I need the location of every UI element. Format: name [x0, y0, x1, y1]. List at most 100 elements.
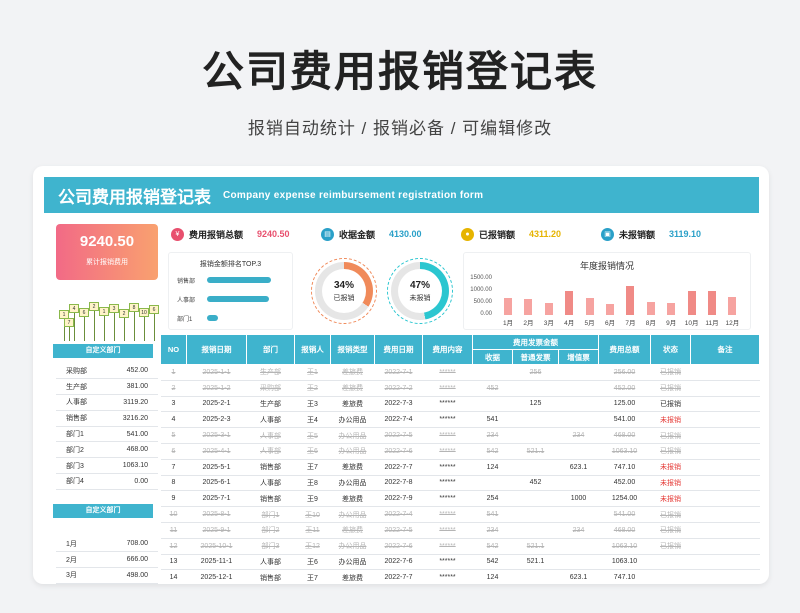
table-cell: 521.1 [512, 538, 559, 555]
table-cell: 2025-11-1 [186, 554, 247, 571]
bar-11月 [708, 290, 716, 315]
table-cell: 人事部 [246, 443, 295, 460]
table-cell [650, 569, 691, 584]
table-cell: 差旅费 [330, 396, 375, 413]
table-cell: 747.10 [598, 459, 651, 476]
dept-value: 452.00 [104, 363, 158, 380]
col-header: 状态 [650, 334, 692, 365]
table-cell [690, 443, 760, 460]
table-cell: 未报销 [650, 475, 691, 492]
table-cell: 王6 [294, 554, 331, 571]
col-subheader: 普通发票 [512, 349, 559, 365]
table-cell: 2022-7-9 [374, 490, 423, 508]
table-cell: 1 [160, 364, 187, 381]
x-tick-label: 2月 [523, 320, 534, 327]
table-cell: 人事部 [246, 427, 295, 444]
table-cell: ****** [422, 396, 473, 413]
table-row[interactable]: 1 2025-1-1 生产部 王1 差旅费 2022-7-1 ****** 256 256.00… [160, 364, 760, 381]
table-cell [512, 506, 559, 523]
table-cell: 2025-3-1 [186, 427, 247, 444]
col-header: 费用总额 [598, 334, 652, 365]
bar-2月 [524, 299, 533, 315]
table-cell: 办公用品 [330, 538, 375, 555]
table-cell: 3 [160, 396, 187, 413]
month-value: 498.00 [98, 567, 158, 584]
table-row[interactable]: 5 2025-3-1 人事部 王5 办公用品 2022-7-5 ****** 234 234 46… [160, 427, 760, 444]
kpi-3: ● 已报销额 4311.20 [461, 224, 561, 244]
sign-stick [84, 317, 85, 341]
top3-label: 部门1 [177, 317, 193, 323]
table-row[interactable]: 12 2025-10-1 部门3 王12 办公用品 2022-7-6 ****** 542 52… [160, 538, 760, 555]
table-cell: 124 [472, 569, 513, 584]
dept-value: 381.00 [104, 378, 158, 396]
header-row: NO 报销日期 部门 报销人 报销类型 费用日期 费用内容 费用发票金额 费用总额 状态 备注 [160, 334, 761, 365]
table-row[interactable]: 11 2025-9-1 部门2 王11 差旅费 2022-7-5 ****** 234 234 4… [160, 522, 760, 539]
table-row[interactable]: 8 2025-6-1 人事部 王8 办公用品 2022-7-8 ****** 452 452.0… [160, 475, 760, 492]
table-row[interactable]: 2 2025-1-2 采购部 王2 差旅费 2022-7-2 ****** 452 452.00… [160, 380, 760, 397]
table-cell: 王11 [294, 522, 331, 539]
table-cell: ****** [422, 443, 473, 460]
table-cell: 623.1 [558, 569, 599, 584]
table-row[interactable]: 3 2025-2-1 生产部 王3 差旅费 2022-7-3 ****** 125 125.00… [160, 396, 760, 413]
table-cell: 2 [160, 380, 187, 397]
table-cell: 2022-7-6 [374, 443, 423, 460]
x-tick-label: 8月 [645, 320, 656, 327]
sign-card: 2 [89, 302, 99, 311]
table-cell: 452 [472, 380, 513, 397]
sign-stick [154, 314, 155, 341]
dept-row: 人事部 3119.20 [56, 394, 158, 411]
sign-card: 10 [139, 308, 149, 317]
top3-label: 销售部 [177, 279, 196, 285]
table-cell: 8 [160, 475, 187, 492]
y-tick-label: 0.00 [480, 311, 492, 317]
dept-value: 0.00 [104, 473, 158, 490]
table-cell: 468.00 [598, 522, 651, 539]
table-cell: 125.00 [598, 396, 651, 413]
top3-label: 人事部 [177, 298, 196, 304]
dept-row: 部门3 1063.10 [56, 457, 158, 475]
sheet-banner: 公司费用报销登记表 Company expense reimbursement … [44, 177, 759, 213]
sign-card: 2 [119, 309, 129, 318]
banner-title: 公司费用报销登记表 [58, 187, 211, 207]
col-header: 报销日期 [186, 334, 247, 365]
page-title: 公司费用报销登记表 [201, 48, 598, 95]
col-header: 报销类型 [330, 334, 375, 365]
table-cell: 2022-7-6 [374, 538, 423, 555]
table-row[interactable]: 9 2025-7-1 销售部 王9 差旅费 2022-7-9 ****** 254 1000 12… [160, 490, 760, 508]
month-name: 1月 [56, 536, 99, 553]
dept-row: 生产部 381.00 [56, 378, 158, 396]
table-row[interactable]: 10 2025-8-1 部门1 王10 办公用品 2022-7-4 ****** 541 541… [160, 506, 760, 523]
dept-value: 3216.20 [104, 410, 158, 427]
top3-chart: 报销金额排名TOP.3 销售部 人事部 部门1 [168, 252, 293, 330]
table-row[interactable]: 13 2025-11-1 人事部 王6 办公用品 2022-7-6 ****** 542 521… [160, 554, 760, 571]
table-row[interactable]: 7 2025-5-1 销售部 王7 差旅费 2022-7-7 ****** 124 623.1 7… [160, 459, 760, 476]
bar-4月 [565, 290, 574, 315]
table-cell: 2025-6-1 [186, 475, 247, 492]
table-row[interactable]: 14 2025-12-1 销售部 王7 差旅费 2022-7-7 ****** 124 623.… [160, 569, 760, 584]
x-tick-label: 5月 [584, 320, 595, 327]
month-name: 3月 [56, 567, 99, 584]
dept-value: 541.00 [104, 426, 158, 443]
table-cell [690, 538, 760, 555]
table-cell [690, 522, 760, 539]
table-cell [558, 475, 599, 492]
sign-stick [104, 316, 105, 341]
x-tick-label: 4月 [564, 320, 575, 327]
table-cell: 已报销 [650, 427, 691, 444]
table-cell: ****** [422, 411, 473, 429]
donut-hole: 47% 未报销 [398, 269, 442, 313]
table-cell [690, 506, 760, 523]
table-cell: 6 [160, 443, 187, 460]
table-cell [512, 569, 559, 584]
col-header: 费用日期 [374, 334, 423, 365]
dept-row: 部门4 0.00 [56, 473, 158, 490]
table-cell: 2022-7-4 [374, 506, 423, 523]
table-cell: 234 [558, 522, 599, 539]
col-header: 部门 [246, 334, 295, 365]
kpi-2: ▤ 收据金额 4130.00 [321, 224, 422, 244]
table-cell [512, 380, 559, 397]
table-row[interactable]: 6 2025-4-1 人事部 王6 办公用品 2022-7-6 ****** 542 521.1… [160, 443, 760, 460]
table-cell: 2022-7-2 [374, 380, 423, 397]
table-row[interactable]: 4 2025-2-3 人事部 王4 办公用品 2022-7-4 ****** 541 541.0… [160, 411, 760, 429]
sign-stick [69, 327, 70, 341]
